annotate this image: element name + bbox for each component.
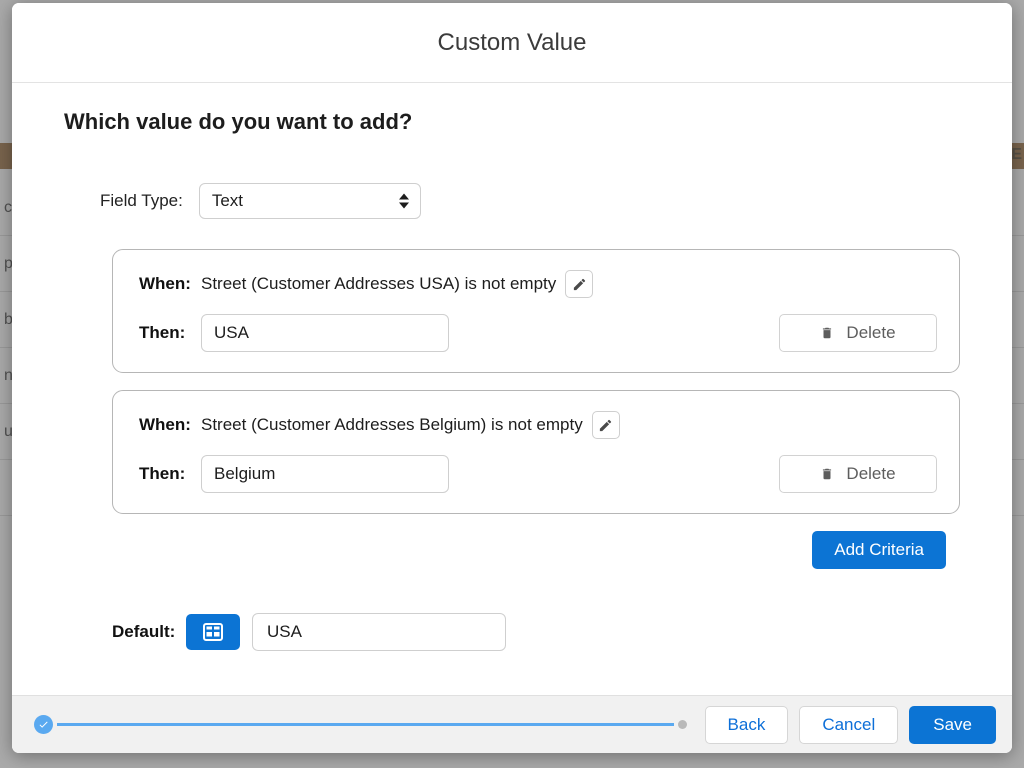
field-type-label: Field Type: [100, 191, 183, 211]
grid-table-icon [203, 623, 223, 641]
edit-criteria-button[interactable] [565, 270, 593, 298]
edit-criteria-button[interactable] [592, 411, 620, 439]
cancel-button[interactable]: Cancel [799, 706, 898, 744]
when-label: When: [139, 415, 201, 435]
pencil-icon [572, 277, 587, 292]
trash-icon [820, 325, 834, 341]
when-condition-text: Street (Customer Addresses Belgium) is n… [201, 415, 583, 435]
when-row: When: Street (Customer Addresses Belgium… [139, 411, 937, 439]
pencil-icon [598, 418, 613, 433]
check-icon [38, 719, 49, 730]
delete-criteria-label: Delete [846, 323, 895, 343]
default-label: Default: [112, 622, 186, 642]
when-label: When: [139, 274, 201, 294]
field-type-select[interactable]: Text [199, 183, 421, 219]
wizard-progress [34, 715, 687, 734]
delete-criteria-button[interactable]: Delete [779, 314, 937, 352]
then-row: Then: USA Delete [139, 314, 937, 352]
then-label: Then: [139, 464, 201, 484]
field-type-value: Text [200, 191, 243, 211]
add-criteria-row: Add Criteria [64, 531, 946, 569]
then-row: Then: Belgium Delete [139, 455, 937, 493]
then-value-input[interactable]: Belgium [201, 455, 449, 493]
modal-body: Which value do you want to add? Field Ty… [12, 83, 1012, 695]
default-value-picker-button[interactable] [186, 614, 240, 650]
stepper-updown-icon [399, 194, 409, 209]
progress-line [57, 723, 674, 726]
then-label: Then: [139, 323, 201, 343]
when-row: When: Street (Customer Addresses USA) is… [139, 270, 937, 298]
modal-header: Custom Value [12, 3, 1012, 83]
then-value-input[interactable]: USA [201, 314, 449, 352]
add-criteria-button[interactable]: Add Criteria [812, 531, 946, 569]
criteria-list: When: Street (Customer Addresses USA) is… [112, 249, 960, 514]
modal-title: Custom Value [438, 29, 587, 57]
default-value-input[interactable]: USA [252, 613, 506, 651]
footer-buttons: Back Cancel Save [705, 706, 996, 744]
page-title: Which value do you want to add? [64, 109, 960, 135]
field-type-row: Field Type: Text [100, 183, 960, 219]
custom-value-modal: Custom Value Which value do you want to … [12, 3, 1012, 753]
trash-icon [820, 466, 834, 482]
background-right-label: E [1011, 146, 1022, 164]
default-row: Default: USA [112, 613, 960, 651]
delete-criteria-button[interactable]: Delete [779, 455, 937, 493]
delete-criteria-label: Delete [846, 464, 895, 484]
progress-step-completed [34, 715, 53, 734]
criteria-card: When: Street (Customer Addresses Belgium… [112, 390, 960, 514]
criteria-card: When: Street (Customer Addresses USA) is… [112, 249, 960, 373]
when-condition-text: Street (Customer Addresses USA) is not e… [201, 274, 556, 294]
back-button[interactable]: Back [705, 706, 789, 744]
save-button[interactable]: Save [909, 706, 996, 744]
modal-footer: Back Cancel Save [12, 695, 1012, 753]
progress-step-pending [678, 720, 687, 729]
